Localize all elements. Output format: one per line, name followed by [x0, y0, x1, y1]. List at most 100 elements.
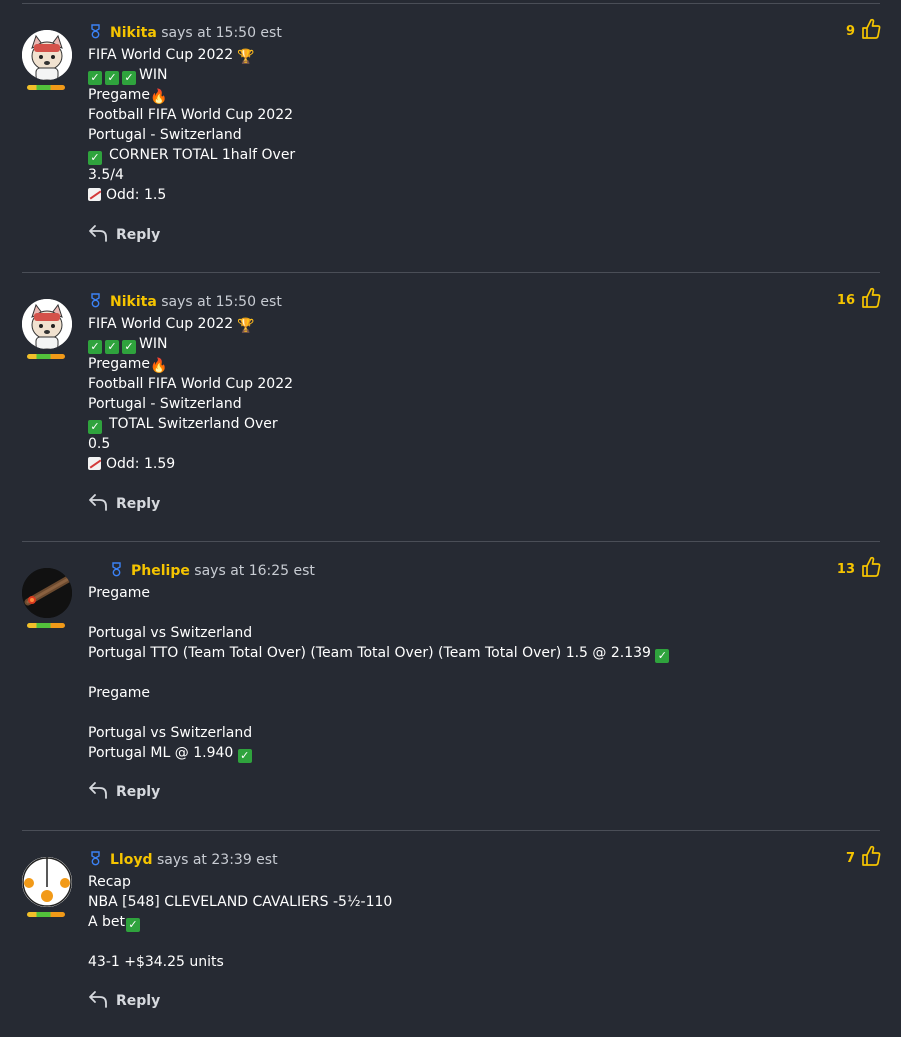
like-count: 7	[845, 850, 855, 866]
user-level-bar	[27, 85, 65, 90]
trophy-icon: 🏆	[237, 49, 255, 65]
chart-icon	[88, 188, 101, 201]
check-icon: ✓	[88, 340, 102, 354]
reply-label: Reply	[116, 784, 161, 800]
reply-button[interactable]: Reply	[88, 990, 160, 1012]
reply-arrow-icon	[88, 493, 108, 515]
comment-timestamp: says at 15:50 est	[161, 294, 282, 310]
reply-button[interactable]: Reply	[88, 781, 160, 803]
comment-line: Football FIFA World Cup 2022	[88, 107, 294, 123]
comment-line: Portugal vs Switzerland	[88, 625, 253, 641]
comment-timestamp: says at 16:25 est	[194, 563, 315, 579]
check-icon: ✓	[88, 71, 102, 85]
check-icon: ✓	[88, 420, 102, 434]
comment-line: Odd: 1.59	[88, 454, 788, 474]
comment-line: 43-1 +$34.25 units	[88, 954, 224, 970]
reply-arrow-icon	[88, 224, 108, 246]
comment-line	[88, 932, 788, 952]
divider	[22, 830, 880, 831]
check-icon: ✓	[122, 340, 136, 354]
comment-line: Portugal vs Switzerland	[88, 725, 253, 741]
comment-line	[88, 603, 788, 623]
fire-icon: 🔥	[149, 358, 168, 374]
avatar[interactable]	[22, 299, 72, 349]
like-control[interactable]: 9	[846, 18, 881, 44]
like-count: 16	[836, 292, 855, 308]
check-icon: ✓	[88, 151, 102, 165]
comment-line: 3.5/4	[88, 167, 124, 183]
thumbs-up-icon[interactable]	[861, 18, 881, 44]
comment-line: 0.5	[88, 436, 111, 452]
chart-icon	[88, 457, 101, 470]
like-control[interactable]: 7	[845, 845, 881, 871]
like-control[interactable]: 13	[836, 556, 881, 582]
comment-timestamp: says at 15:50 est	[161, 25, 282, 41]
comment-line: Portugal TTO (Team Total Over) (Team Tot…	[88, 643, 788, 663]
like-count: 13	[836, 561, 855, 577]
comment-line: Pregame🔥	[88, 87, 168, 105]
check-icon: ✓	[122, 71, 136, 85]
comment-feed: Nikita says at 15:50 est 9 FIFA World Cu…	[0, 0, 901, 1037]
check-icon: ✓	[126, 918, 141, 932]
reply-button[interactable]: Reply	[88, 493, 160, 515]
reply-button[interactable]: Reply	[88, 224, 160, 246]
user-level-bar	[27, 912, 65, 917]
comment-line	[88, 663, 788, 683]
reply-arrow-icon	[88, 990, 108, 1012]
thumbs-up-icon[interactable]	[861, 845, 881, 871]
like-control[interactable]: 16	[836, 287, 881, 313]
comment-line: ✓ TOTAL Switzerland Over	[88, 414, 788, 434]
comment-line: Pregame🔥	[88, 356, 168, 374]
reply-label: Reply	[116, 993, 161, 1009]
comment-line: Recap	[88, 874, 131, 890]
comment-line: A bet ✓	[88, 912, 788, 932]
comment-line: FIFA World Cup 2022 🏆	[88, 47, 255, 65]
comment-line: NBA [548] CLEVELAND CAVALIERS -5½-110	[88, 894, 393, 910]
comment-timestamp: says at 23:39 est	[156, 852, 278, 868]
comment-line: Football FIFA World Cup 2022	[88, 376, 294, 392]
medal-icon	[88, 24, 103, 39]
author-name[interactable]: Phelipe	[131, 563, 190, 579]
medal-icon	[88, 293, 103, 308]
author-name[interactable]: Nikita	[110, 294, 157, 310]
check-icon: ✓	[655, 649, 670, 663]
medal-icon	[88, 851, 103, 866]
medal-icon	[109, 562, 124, 577]
author-name[interactable]: Nikita	[110, 25, 157, 41]
check-icon: ✓	[105, 340, 119, 354]
reply-arrow-icon	[88, 781, 108, 803]
fire-icon: 🔥	[149, 89, 168, 105]
comment-header: Lloyd says at 23:39 est	[88, 850, 278, 870]
comment-body: FIFA World Cup 2022 🏆 ✓ ✓ ✓ WIN Pregame🔥 Foo…	[88, 45, 788, 205]
comment-line: Portugal - Switzerland	[88, 127, 242, 143]
divider	[22, 541, 880, 542]
thumbs-up-icon[interactable]	[861, 287, 881, 313]
comment-line: FIFA World Cup 2022 🏆	[88, 316, 255, 334]
reply-label: Reply	[116, 227, 161, 243]
avatar[interactable]	[22, 568, 72, 618]
trophy-icon: 🏆	[237, 318, 255, 334]
comment-header: Phelipe says at 16:25 est	[109, 561, 315, 581]
comment-header: Nikita says at 15:50 est	[88, 292, 282, 312]
comment-body: Recap NBA [548] CLEVELAND CAVALIERS -5½-…	[88, 872, 788, 972]
divider	[22, 272, 880, 273]
comment-line	[88, 703, 788, 723]
check-icon: ✓	[105, 71, 119, 85]
thumbs-up-icon[interactable]	[861, 556, 881, 582]
comment-body: Pregame Portugal vs Switzerland Portugal…	[88, 583, 788, 763]
comment-body: FIFA World Cup 2022 🏆 ✓ ✓ ✓ WIN Pregame🔥 Foo…	[88, 314, 788, 474]
comment-line: Portugal ML @ 1.940 ✓	[88, 743, 788, 763]
comment-line: ✓ CORNER TOTAL 1half Over	[88, 145, 788, 165]
comment-line: Portugal - Switzerland	[88, 396, 242, 412]
user-level-bar	[27, 623, 65, 628]
check-icon: ✓	[237, 749, 252, 763]
author-name[interactable]: Lloyd	[110, 852, 153, 868]
comment-line: Odd: 1.5	[88, 185, 788, 205]
comment-line: ✓ ✓ ✓ WIN	[88, 65, 788, 85]
avatar[interactable]	[22, 857, 72, 907]
avatar[interactable]	[22, 30, 72, 80]
divider	[22, 3, 880, 4]
reply-label: Reply	[116, 496, 161, 512]
user-level-bar	[27, 354, 65, 359]
comment-line: Pregame	[88, 585, 150, 601]
